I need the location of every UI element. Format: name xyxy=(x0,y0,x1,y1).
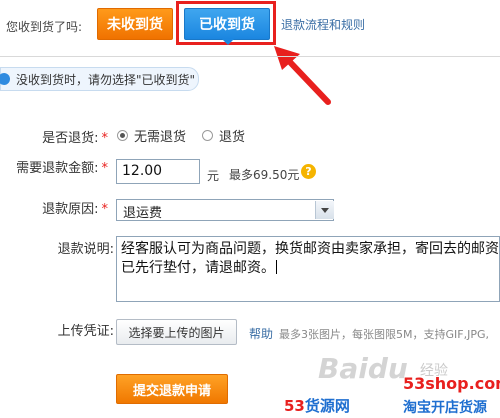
notice-text: 没收到货时，请勿选择"已收到货" xyxy=(16,72,196,87)
chevron-down-icon[interactable] xyxy=(315,201,334,219)
baidu-watermark: Baidu xyxy=(318,352,408,385)
required-mark: * xyxy=(101,131,109,146)
upload-help-link[interactable]: 帮助 xyxy=(249,325,273,342)
radio-return-label[interactable]: 退货 xyxy=(219,126,245,145)
submit-refund-button[interactable]: 提交退款申请 xyxy=(116,374,228,404)
not-received-button[interactable]: 未收到货 xyxy=(97,8,173,40)
return-goods-label: 是否退货: * xyxy=(42,131,109,146)
received-question-label: 您收到货了吗: xyxy=(6,20,83,34)
brand-number: 53 xyxy=(284,397,305,415)
choose-image-button[interactable]: 选择要上传的图片 xyxy=(116,319,237,345)
brand-name: 货源网 xyxy=(304,397,350,415)
refund-description-textarea[interactable]: 经客服认可为商品问题，换货邮资由卖家承担，寄回去的邮资 已先行垫付，请退邮资。 xyxy=(116,236,500,302)
upload-hint-text: 最多3张图片，每张图限5M，支持GIF,JPG, xyxy=(279,328,489,341)
radio-no-return-label[interactable]: 无需退货 xyxy=(134,126,186,145)
notice-banner: 没收到货时，请勿选择"已收到货" xyxy=(0,67,199,91)
currency-unit: 元 xyxy=(207,169,220,183)
refund-amount-input[interactable]: 12.00 xyxy=(116,159,200,184)
refund-reason-label: 退款原因: * xyxy=(42,202,109,217)
upload-label: 上传凭证: xyxy=(57,324,114,339)
max-amount-text: 最多69.50元 xyxy=(229,168,300,182)
refund-amount-label: 需要退款金额: * xyxy=(16,161,109,176)
header-divider xyxy=(0,56,500,57)
selected-pointer-icon xyxy=(221,38,235,45)
text-caret xyxy=(276,260,277,274)
received-button[interactable]: 已收到货 xyxy=(184,8,270,40)
refund-description-label: 退款说明: xyxy=(57,242,114,257)
description-line-2: 已先行垫付，请退邮资。 xyxy=(121,260,275,276)
domain-watermark: 53shop.com xyxy=(403,374,500,393)
radio-no-return[interactable] xyxy=(117,130,128,141)
radio-return[interactable] xyxy=(202,130,213,141)
refund-reason-select[interactable]: 退运费 xyxy=(116,199,334,221)
red-arrow-icon xyxy=(274,46,331,105)
description-line-1: 经客服认可为商品问题，换货邮资由卖家承担，寄回去的邮资 xyxy=(121,241,499,257)
refund-rules-link[interactable]: 退款流程和规则 xyxy=(281,16,365,33)
brand-watermark: 53货源网 xyxy=(284,395,350,416)
required-mark: * xyxy=(101,202,109,217)
question-mark-icon[interactable]: ? xyxy=(301,164,316,179)
info-circle-icon xyxy=(0,73,10,85)
required-mark: * xyxy=(101,161,109,176)
slogan-watermark: 淘宝开店货源 xyxy=(403,400,487,416)
